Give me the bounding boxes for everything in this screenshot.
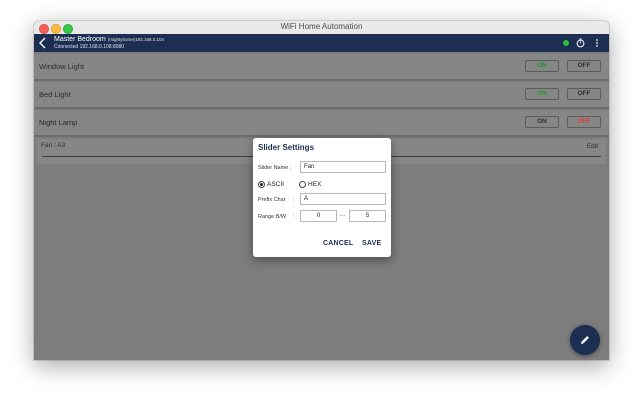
slider-settings-dialog: Slider Settings Slider Name : Fan ASCII … (253, 138, 391, 257)
range-min-input[interactable]: 0 (300, 210, 337, 222)
off-button[interactable]: OFF (567, 88, 601, 100)
app-window: WiFi Home Automation Master Bedroom (mig… (34, 21, 609, 360)
hex-label: HEX (308, 181, 322, 188)
device-info: (mightyhome)192.168.0.104 (107, 37, 164, 42)
pencil-icon (581, 336, 589, 344)
window-title: WiFi Home Automation (280, 22, 363, 31)
on-button[interactable]: ON (525, 116, 559, 128)
on-button[interactable]: ON (525, 88, 559, 100)
ascii-label: ASCII (267, 181, 284, 188)
hex-radio[interactable] (299, 181, 306, 188)
ascii-radio[interactable] (258, 181, 265, 188)
switch-row: Night Lamp ON OFF (34, 110, 609, 137)
chevron-left-icon[interactable] (38, 37, 48, 49)
dialog-title: Slider Settings (258, 143, 315, 152)
cancel-button[interactable]: CANCEL (323, 240, 353, 247)
prefix-char-label: Prefix Char (258, 197, 286, 203)
more-vertical-icon[interactable] (593, 38, 601, 48)
switch-row: Bed Light ON OFF (34, 82, 609, 109)
prefix-char-input[interactable]: A (300, 193, 386, 205)
range-label: Range B/W (258, 214, 287, 220)
slider-name-label: Slider Name : (258, 165, 292, 171)
switch-name: Window Light (39, 62, 85, 71)
range-separator: ... (340, 212, 346, 218)
off-button[interactable]: OFF (567, 60, 601, 72)
edit-fab-button[interactable] (570, 325, 600, 355)
slider-label: Fan : A3 (41, 142, 66, 149)
connection-status: Connected 192.168.0.108:8080 (54, 44, 125, 50)
slider-name-input[interactable]: Fan (300, 161, 386, 173)
switch-row: Window Light ON OFF (34, 54, 609, 81)
off-button[interactable]: OFF (567, 116, 601, 128)
switch-name: Bed Light (39, 90, 71, 99)
app-bar: Master Bedroom (mightyhome)192.168.0.104… (34, 34, 609, 52)
switch-name: Night Lamp (39, 118, 78, 127)
range-max-input[interactable]: 5 (349, 210, 386, 222)
room-title: Master Bedroom (mightyhome)192.168.0.104 (54, 36, 164, 43)
timer-icon[interactable] (576, 38, 585, 48)
on-button[interactable]: ON (525, 60, 559, 72)
window-titlebar: WiFi Home Automation (34, 21, 609, 35)
connection-indicator (563, 40, 569, 46)
save-button[interactable]: SAVE (362, 240, 381, 247)
prefix-colon: : (293, 197, 295, 203)
room-name: Master Bedroom (54, 36, 106, 43)
range-colon: : (293, 214, 295, 220)
edit-button[interactable]: Edit (587, 143, 598, 150)
